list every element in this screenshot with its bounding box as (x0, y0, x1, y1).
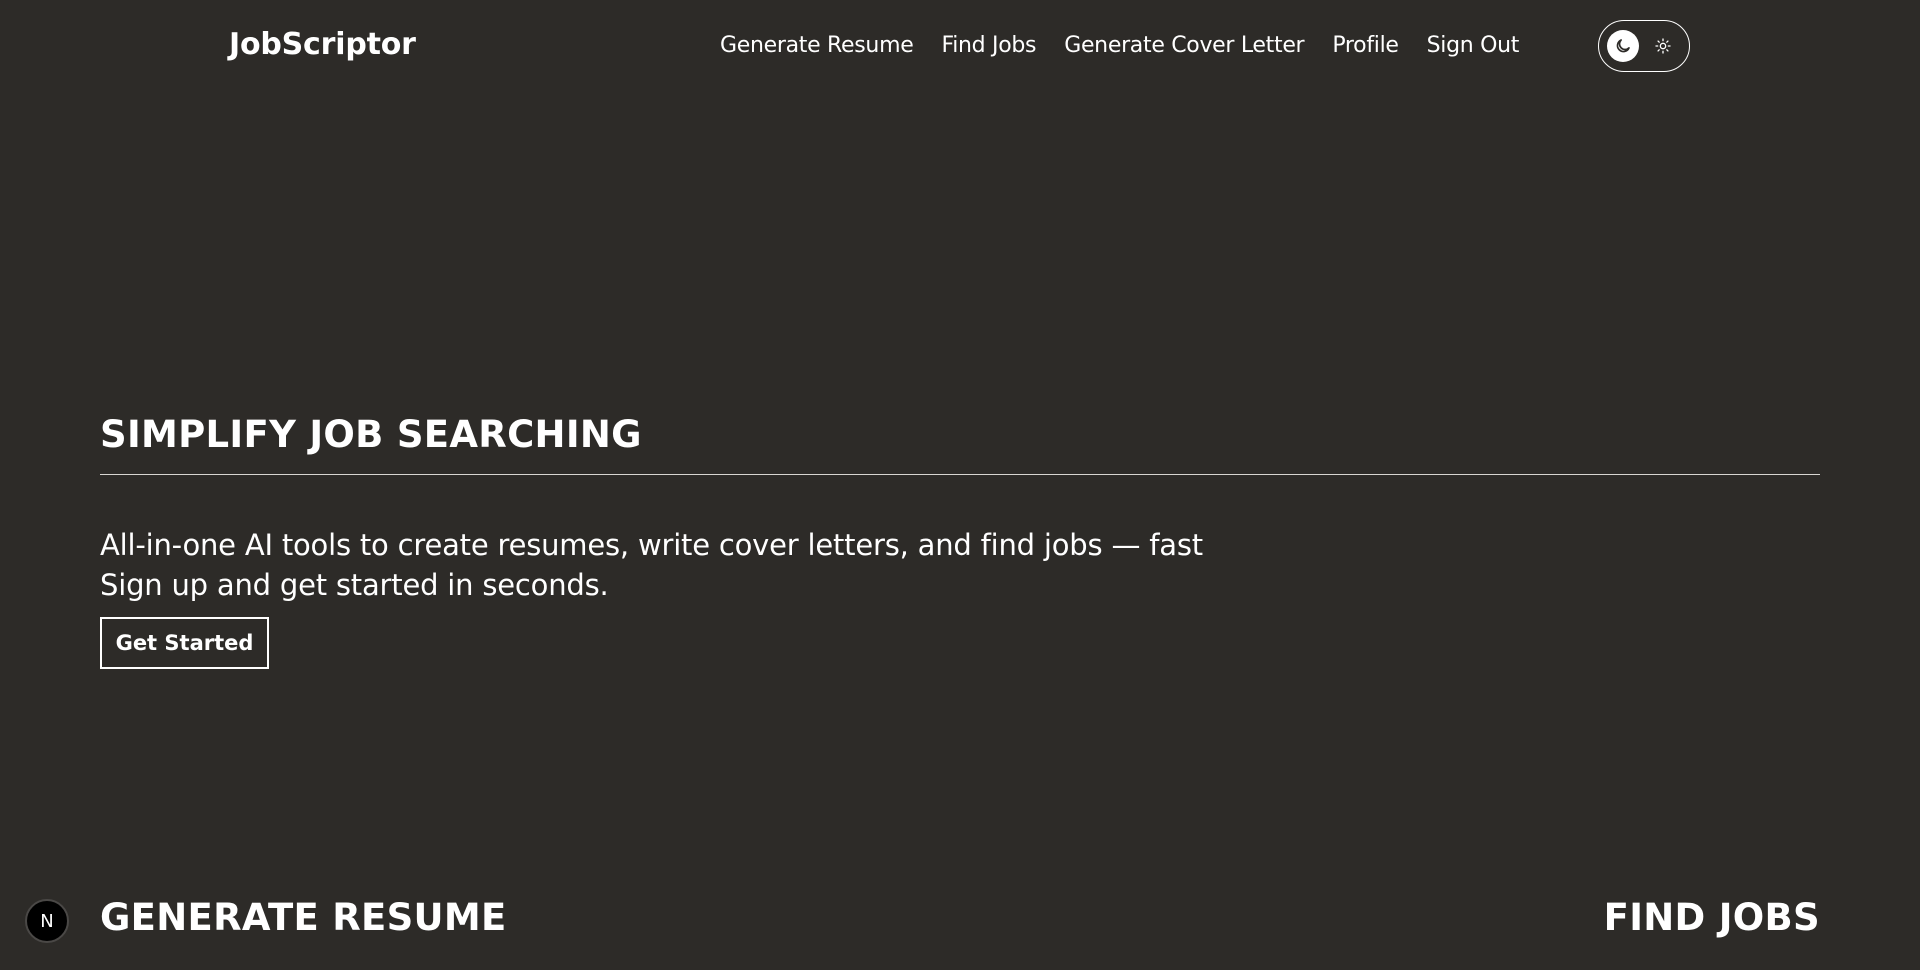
section-title-find-jobs: FIND JOBS (1603, 896, 1820, 939)
hero-title: SIMPLIFY JOB SEARCHING (100, 413, 642, 456)
hero-description-line-2: Sign up and get started in seconds. (100, 568, 609, 602)
theme-toggle[interactable] (1598, 20, 1690, 72)
sun-icon (1655, 38, 1671, 54)
get-started-button[interactable]: Get Started (100, 617, 269, 669)
nav-profile[interactable]: Profile (1332, 30, 1399, 62)
nextjs-dev-badge[interactable]: N (25, 899, 69, 943)
nextjs-badge-letter: N (40, 910, 54, 932)
hero-description-line-1: All-in-one AI tools to create resumes, w… (100, 528, 1203, 562)
page: JobScriptor Generate Resume Find Jobs Ge… (0, 0, 1920, 970)
theme-toggle-knob[interactable] (1607, 30, 1639, 62)
hero-description: All-in-one AI tools to create resumes, w… (100, 525, 1203, 605)
moon-icon (1616, 39, 1630, 53)
nav-generate-cover-letter[interactable]: Generate Cover Letter (1064, 30, 1304, 62)
section-title-generate-resume: GENERATE RESUME (100, 896, 507, 939)
nav-sign-out[interactable]: Sign Out (1427, 30, 1520, 62)
nav-find-jobs[interactable]: Find Jobs (941, 30, 1036, 62)
top-header: JobScriptor Generate Resume Find Jobs Ge… (0, 0, 1920, 92)
theme-toggle-light-option[interactable] (1647, 30, 1679, 62)
main-nav: Generate Resume Find Jobs Generate Cover… (720, 30, 1519, 62)
nav-generate-resume[interactable]: Generate Resume (720, 30, 914, 62)
hero-divider (100, 474, 1820, 475)
brand-logo[interactable]: JobScriptor (229, 26, 416, 64)
